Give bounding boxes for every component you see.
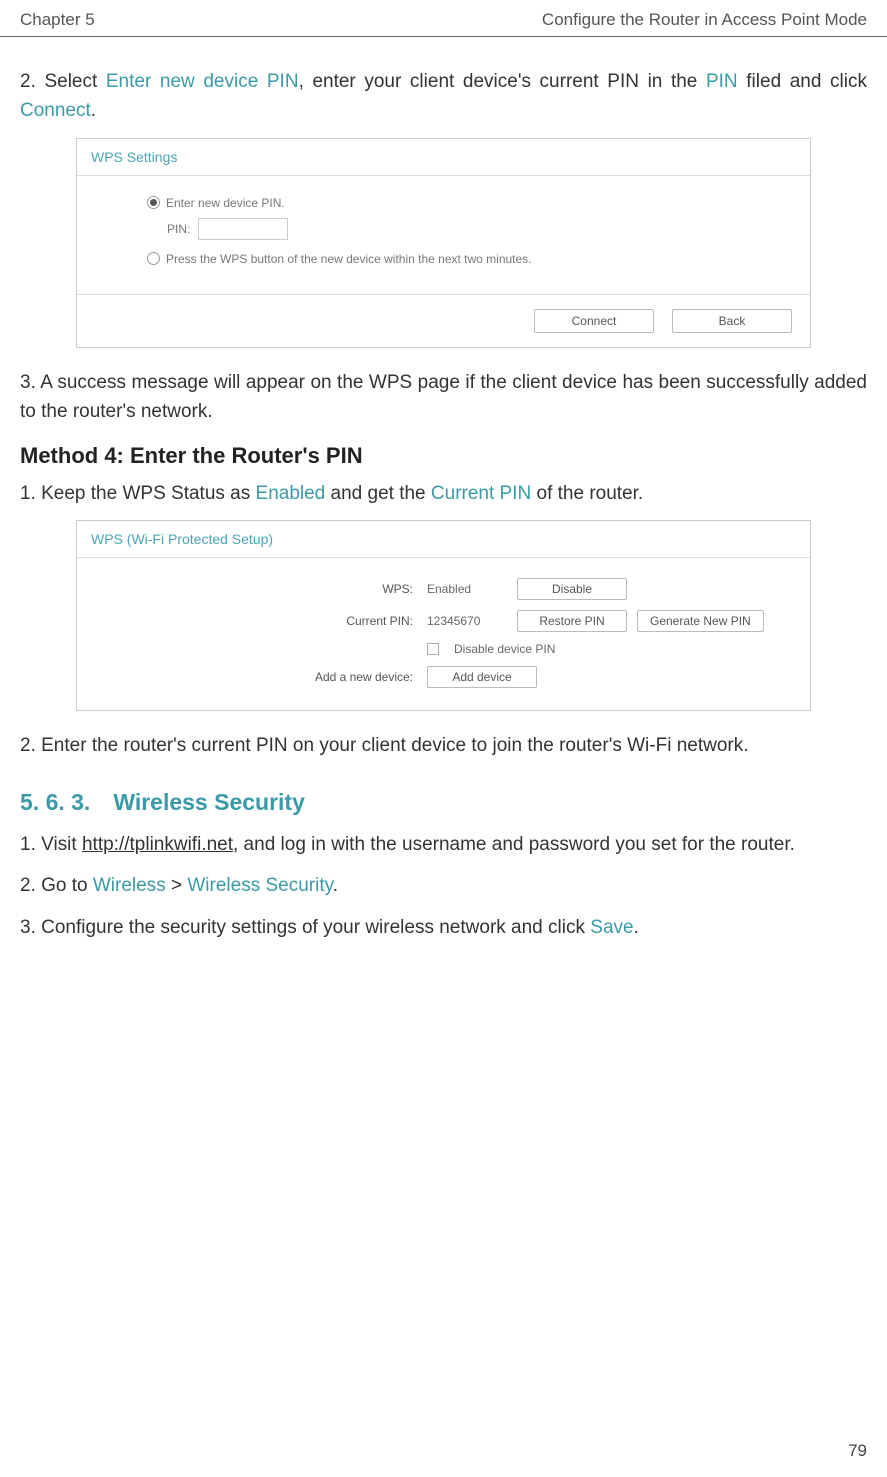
screenshot-wps-settings: WPS Settings Enter new device PIN. PIN: … bbox=[76, 138, 811, 348]
ui-term: Wireless Security bbox=[187, 875, 332, 896]
back-button[interactable]: Back bbox=[672, 309, 792, 333]
text: 2. Select bbox=[20, 71, 106, 92]
row-wps: WPS: Enabled Disable bbox=[97, 578, 790, 600]
ui-term: Current PIN bbox=[431, 483, 531, 504]
panel-body: Enter new device PIN. PIN: Press the WPS… bbox=[77, 176, 810, 295]
generate-new-pin-button[interactable]: Generate New PIN bbox=[637, 610, 764, 632]
radio-press-wps-button[interactable]: Press the WPS button of the new device w… bbox=[147, 252, 790, 266]
text: . bbox=[634, 917, 639, 938]
text: 1. Keep the WPS Status as bbox=[20, 483, 256, 504]
ui-term: Enabled bbox=[256, 483, 326, 504]
section-step-3: 3. Configure the security settings of yo… bbox=[20, 913, 867, 942]
value-wps: Enabled bbox=[427, 582, 507, 596]
radio-unselected-icon bbox=[147, 252, 160, 265]
pin-field-row: PIN: bbox=[167, 218, 790, 240]
checkbox-label: Disable device PIN bbox=[454, 642, 555, 656]
section-step-1: 1. Visit http://tplinkwifi.net, and log … bbox=[20, 830, 867, 859]
radio-label: Enter new device PIN. bbox=[166, 196, 285, 210]
radio-enter-new-pin[interactable]: Enter new device PIN. bbox=[147, 196, 790, 210]
label-current-pin: Current PIN: bbox=[97, 614, 427, 628]
row-disable-device-pin: Disable device PIN bbox=[97, 642, 790, 656]
text: 1. Visit bbox=[20, 834, 82, 855]
restore-pin-button[interactable]: Restore PIN bbox=[517, 610, 627, 632]
pin-label: PIN: bbox=[167, 222, 190, 236]
text: 3. Configure the security settings of yo… bbox=[20, 917, 590, 938]
text: , and log in with the username and passw… bbox=[233, 834, 795, 855]
panel-body: WPS: Enabled Disable Current PIN: 123456… bbox=[77, 558, 810, 710]
page-number: 79 bbox=[848, 1441, 867, 1461]
ui-term: Enter new device PIN bbox=[106, 71, 299, 92]
tplinkwifi-link[interactable]: http://tplinkwifi.net bbox=[82, 834, 233, 855]
disable-button[interactable]: Disable bbox=[517, 578, 627, 600]
text: > bbox=[166, 875, 188, 896]
page-content: 2. Select Enter new device PIN, enter yo… bbox=[0, 37, 887, 942]
text: of the router. bbox=[531, 483, 643, 504]
ui-term: PIN bbox=[706, 71, 738, 92]
panel-footer: Connect Back bbox=[77, 295, 810, 347]
ui-term: Connect bbox=[20, 100, 91, 121]
radio-label: Press the WPS button of the new device w… bbox=[166, 252, 532, 266]
ui-term: Wireless bbox=[93, 875, 166, 896]
row-add-device: Add a new device: Add device bbox=[97, 666, 790, 688]
label-wps: WPS: bbox=[97, 582, 427, 596]
text: . bbox=[333, 875, 338, 896]
panel-title: WPS Settings bbox=[77, 139, 810, 176]
label-add-device: Add a new device: bbox=[97, 670, 427, 684]
pin-input[interactable] bbox=[198, 218, 288, 240]
panel-title: WPS (Wi-Fi Protected Setup) bbox=[77, 521, 810, 558]
text: and get the bbox=[325, 483, 431, 504]
ui-term: Save bbox=[590, 917, 633, 938]
text: filed and click bbox=[738, 71, 867, 92]
row-current-pin: Current PIN: 12345670 Restore PIN Genera… bbox=[97, 610, 790, 632]
text: 2. Go to bbox=[20, 875, 93, 896]
value-current-pin: 12345670 bbox=[427, 614, 507, 628]
method4-step-2: 2. Enter the router's current PIN on you… bbox=[20, 731, 867, 760]
method4-step-1: 1. Keep the WPS Status as Enabled and ge… bbox=[20, 479, 867, 508]
section-5-6-3-heading: 5. 6. 3. Wireless Security bbox=[20, 789, 867, 816]
radio-selected-icon bbox=[147, 196, 160, 209]
chapter-label: Chapter 5 bbox=[20, 10, 95, 30]
connect-button[interactable]: Connect bbox=[534, 309, 654, 333]
text: , enter your client device's current PIN… bbox=[299, 71, 706, 92]
add-device-button[interactable]: Add device bbox=[427, 666, 537, 688]
step-2-select-enter-pin: 2. Select Enter new device PIN, enter yo… bbox=[20, 67, 867, 126]
text: . bbox=[91, 100, 96, 121]
disable-device-pin-checkbox[interactable] bbox=[427, 643, 439, 655]
page-header: Chapter 5 Configure the Router in Access… bbox=[0, 0, 887, 37]
page-title: Configure the Router in Access Point Mod… bbox=[542, 10, 867, 30]
section-step-2: 2. Go to Wireless > Wireless Security. bbox=[20, 871, 867, 900]
step-3-success-message: 3. A success message will appear on the … bbox=[20, 368, 867, 427]
method-4-heading: Method 4: Enter the Router's PIN bbox=[20, 443, 867, 469]
screenshot-wps-protected-setup: WPS (Wi-Fi Protected Setup) WPS: Enabled… bbox=[76, 520, 811, 711]
